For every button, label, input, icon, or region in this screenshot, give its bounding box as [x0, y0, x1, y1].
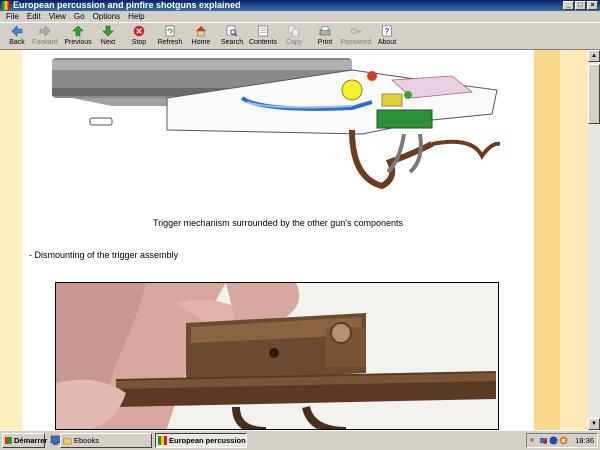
- decorative-stripe: [560, 50, 588, 430]
- task-european-percussion[interactable]: European percussion ...: [155, 433, 247, 448]
- refresh-button[interactable]: Refresh: [153, 24, 187, 50]
- decorative-stripe: [534, 50, 560, 430]
- maximize-button[interactable]: □: [575, 1, 586, 10]
- up-arrow-icon: [72, 25, 84, 37]
- key-icon: [351, 28, 361, 34]
- menu-edit[interactable]: Edit: [23, 11, 45, 22]
- taskbar: Démarrer Ebooks European percussion ... …: [0, 430, 600, 450]
- content-area: Trigger mechanism surrounded by the othe…: [0, 50, 588, 430]
- antivirus-icon[interactable]: [549, 436, 558, 445]
- print-icon: [319, 26, 331, 36]
- start-button[interactable]: Démarrer: [2, 433, 47, 448]
- title-bar: European percussion and pinfire shotguns…: [0, 0, 600, 11]
- vertical-scrollbar[interactable]: ▲ ▼: [588, 50, 600, 430]
- menu-view[interactable]: View: [45, 11, 70, 22]
- about-icon: ?: [382, 25, 392, 37]
- menu-go[interactable]: Go: [70, 11, 89, 22]
- password-button[interactable]: Password: [339, 24, 373, 50]
- trigger-assembly-photo: [55, 282, 499, 430]
- folder-icon: [63, 437, 72, 445]
- section-subheading: - Dismounting of the trigger assembly: [29, 250, 179, 260]
- trigger-assembly-photo-art: [56, 283, 498, 429]
- menu-help[interactable]: Help: [124, 11, 148, 22]
- figure-caption: Trigger mechanism surrounded by the othe…: [152, 218, 404, 228]
- contents-button[interactable]: Contents: [246, 24, 280, 50]
- ebook-app-icon: [158, 436, 167, 445]
- home-button[interactable]: Home: [184, 24, 218, 50]
- forward-arrow-icon: [39, 25, 51, 37]
- tray-expand-icon[interactable]: «: [530, 436, 539, 445]
- windows-logo-icon: [5, 437, 12, 444]
- contents-icon: [258, 25, 268, 37]
- scroll-thumb[interactable]: [588, 64, 600, 124]
- forward-button[interactable]: Forward: [28, 24, 62, 50]
- menu-bar: File Edit View Go Options Help: [0, 11, 600, 22]
- scroll-down-button[interactable]: ▼: [588, 418, 600, 430]
- system-tray: « 18:36: [526, 433, 598, 448]
- window-title: European percussion and pinfire shotguns…: [13, 0, 241, 10]
- menu-file[interactable]: File: [2, 11, 23, 22]
- home-icon: [196, 26, 206, 37]
- trigger-mechanism-illustration: [52, 58, 501, 190]
- about-button[interactable]: ? About: [370, 24, 404, 50]
- toolbar: Back Forward Previous Next Stop Refresh …: [0, 22, 600, 50]
- back-arrow-icon: [11, 25, 23, 37]
- security-icon[interactable]: [559, 436, 568, 445]
- page: Trigger mechanism surrounded by the othe…: [22, 50, 534, 430]
- stop-icon: [133, 25, 145, 37]
- previous-button[interactable]: Previous: [61, 24, 95, 50]
- app-icon: [2, 1, 10, 10]
- svg-text:?: ?: [385, 27, 390, 36]
- menu-options[interactable]: Options: [89, 11, 125, 22]
- search-button[interactable]: Search: [215, 24, 249, 50]
- search-icon: [226, 25, 238, 37]
- stop-button[interactable]: Stop: [122, 24, 156, 50]
- network-icon[interactable]: [539, 436, 548, 445]
- scroll-up-button[interactable]: ▲: [588, 50, 600, 62]
- down-arrow-icon: [102, 25, 114, 37]
- refresh-icon: [165, 25, 175, 37]
- copy-button[interactable]: Copy: [277, 24, 311, 50]
- close-button[interactable]: ×: [587, 1, 598, 10]
- print-button[interactable]: Print: [308, 24, 342, 50]
- next-button[interactable]: Next: [91, 24, 125, 50]
- minimize-button[interactable]: _: [563, 1, 574, 10]
- task-ebooks[interactable]: Ebooks: [60, 433, 152, 448]
- copy-icon: [288, 25, 299, 37]
- clock: 18:36: [575, 436, 594, 445]
